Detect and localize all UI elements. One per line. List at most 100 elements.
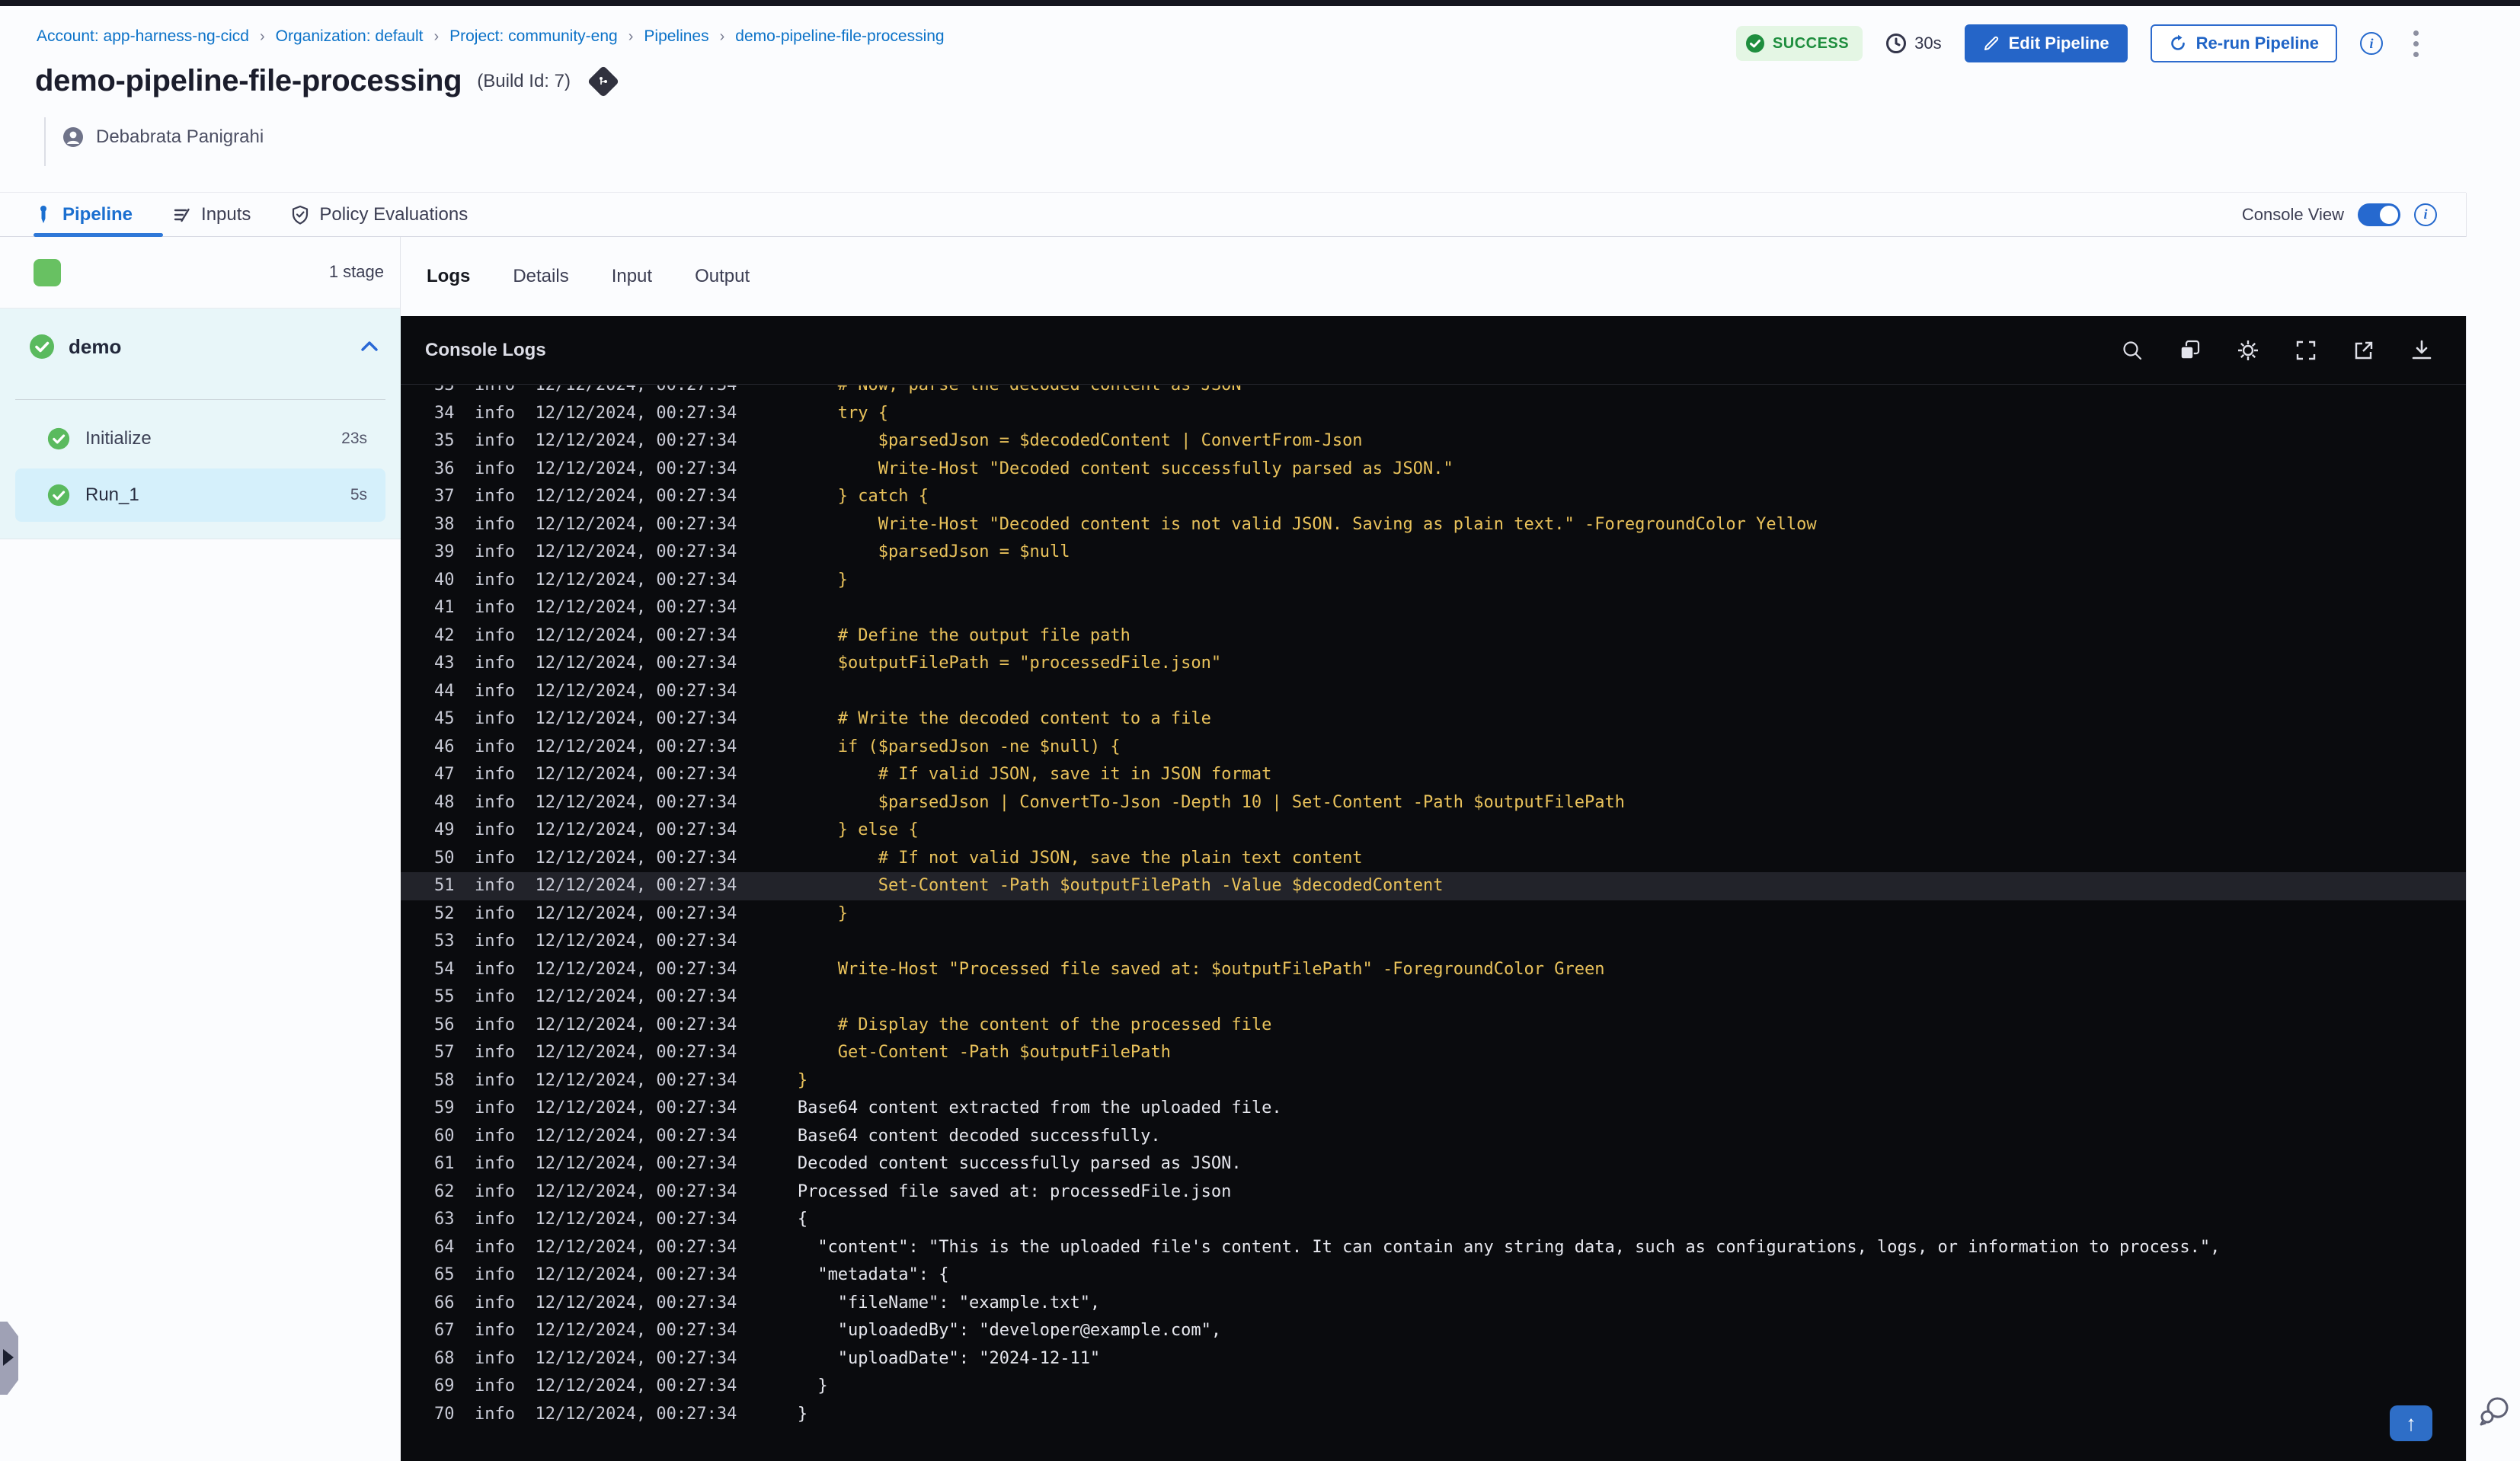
header-actions: SUCCESS 30s Edit Pipeline Re-run Pipelin… bbox=[1735, 24, 2426, 62]
log-row: 70 info 12/12/2024, 00:27:34 } bbox=[434, 1404, 808, 1424]
log-row: 43 info 12/12/2024, 00:27:34 $outputFile… bbox=[434, 654, 1222, 673]
tab-pipeline[interactable]: Pipeline bbox=[34, 193, 133, 236]
copy-icon[interactable] bbox=[2178, 338, 2202, 363]
edit-pipeline-button[interactable]: Edit Pipeline bbox=[1964, 24, 2128, 62]
shield-check-icon bbox=[293, 205, 309, 225]
console-toolbar bbox=[2120, 338, 2434, 363]
log-row: 34 info 12/12/2024, 00:27:34 try { bbox=[434, 403, 889, 423]
console-title: Console Logs bbox=[425, 339, 546, 360]
log-row: 40 info 12/12/2024, 00:27:34 } bbox=[434, 570, 849, 590]
expand-arrow-icon bbox=[3, 1349, 14, 1366]
stage-count-label: 1 stage bbox=[328, 262, 384, 281]
open-in-new-icon[interactable] bbox=[2352, 338, 2376, 363]
log-row: 67 info 12/12/2024, 00:27:34 "uploadedBy… bbox=[434, 1321, 1222, 1340]
breadcrumb: Account: app-harness-ng-cicd › Organizatio… bbox=[37, 27, 945, 46]
log-row: 64 info 12/12/2024, 00:27:34 "content": … bbox=[434, 1237, 2221, 1257]
breadcrumb-link[interactable]: Pipelines bbox=[644, 27, 708, 46]
log-tab-details[interactable]: Details bbox=[513, 266, 568, 287]
stage-success-icon bbox=[30, 334, 54, 359]
step-row-initialize[interactable]: Initialize 23s bbox=[15, 412, 385, 465]
author-row: Debabrata Panigrahi bbox=[62, 126, 264, 148]
console-panel: Console Logs 34 info 12/12/2024, 00:27:3… bbox=[401, 316, 2466, 1461]
success-check-icon bbox=[1745, 34, 1764, 53]
page-header: Account: app-harness-ng-cicd › Organizatio… bbox=[0, 6, 2520, 192]
breadcrumb-link[interactable]: Organization: default bbox=[276, 27, 424, 46]
log-row: 55 info 12/12/2024, 00:27:34 bbox=[434, 987, 798, 1006]
log-tab-output[interactable]: Output bbox=[695, 266, 750, 287]
window-top-strip bbox=[0, 0, 2520, 6]
rerun-info-icon[interactable]: i bbox=[2360, 32, 2383, 55]
log-tab-logs[interactable]: Logs bbox=[427, 266, 470, 287]
log-row: 58 info 12/12/2024, 00:27:34 } bbox=[434, 1070, 808, 1090]
breadcrumb-link[interactable]: Project: community-eng bbox=[449, 27, 618, 46]
chevron-up-icon[interactable] bbox=[358, 335, 381, 358]
step-row-run_1[interactable]: Run_1 5s bbox=[15, 468, 385, 522]
rerun-pipeline-button[interactable]: Re-run Pipeline bbox=[2150, 24, 2337, 62]
log-row: 69 info 12/12/2024, 00:27:34 } bbox=[434, 1376, 828, 1395]
log-row: 42 info 12/12/2024, 00:27:34 # Define th… bbox=[434, 625, 1130, 645]
git-commit-icon[interactable] bbox=[587, 65, 620, 98]
page-title: demo-pipeline-file-processing bbox=[35, 64, 462, 98]
status-badge: SUCCESS bbox=[1735, 26, 1863, 61]
more-options-menu[interactable] bbox=[2406, 26, 2426, 62]
tab-policy-evaluations[interactable]: Policy Evaluations bbox=[290, 193, 468, 236]
execution-tabbar: Pipeline Inputs Policy Evaluations Conso… bbox=[0, 192, 2466, 237]
rerun-icon bbox=[2170, 34, 2185, 50]
log-row: 48 info 12/12/2024, 00:27:34 $parsedJson… bbox=[434, 792, 1625, 812]
log-row: 36 info 12/12/2024, 00:27:34 Write-Host … bbox=[434, 459, 1453, 478]
pipeline-icon bbox=[40, 205, 46, 223]
log-row: 63 info 12/12/2024, 00:27:34 { bbox=[434, 1210, 808, 1229]
settings-gear-icon[interactable] bbox=[2236, 338, 2260, 363]
console-header: Console Logs bbox=[401, 316, 2466, 385]
breadcrumb-separator: › bbox=[628, 27, 634, 45]
console-view-label: Console View bbox=[2241, 204, 2344, 224]
log-row: 53 info 12/12/2024, 00:27:34 bbox=[434, 932, 798, 951]
log-row: 33 info 12/12/2024, 00:27:34 # Now, pars… bbox=[401, 385, 2466, 400]
console-view-info-icon[interactable]: i bbox=[2414, 203, 2437, 226]
status-text: SUCCESS bbox=[1772, 34, 1850, 52]
log-row: 57 info 12/12/2024, 00:27:34 Get-Content… bbox=[434, 1043, 1171, 1062]
breadcrumb-link[interactable]: Account: app-harness-ng-cicd bbox=[37, 27, 249, 46]
author-name: Debabrata Panigrahi bbox=[96, 126, 264, 147]
duration: 30s bbox=[1885, 33, 1942, 54]
log-scroll-area[interactable]: 33 info 12/12/2024, 00:27:34 # Now, pars… bbox=[401, 385, 2466, 1461]
log-row: 46 info 12/12/2024, 00:27:34 if ($parsed… bbox=[434, 737, 1121, 756]
log-row: 60 info 12/12/2024, 00:27:34 Base64 cont… bbox=[434, 1126, 1161, 1146]
scroll-to-top-button[interactable]: ↑ bbox=[2390, 1405, 2432, 1441]
log-row: 51 info 12/12/2024, 00:27:34 Set-Content… bbox=[401, 872, 2466, 900]
tree-divider bbox=[15, 399, 385, 400]
log-tab-input[interactable]: Input bbox=[612, 266, 652, 287]
step-success-icon bbox=[47, 484, 70, 507]
log-row: 52 info 12/12/2024, 00:27:34 } bbox=[434, 903, 849, 923]
avatar bbox=[63, 127, 83, 147]
log-row: 41 info 12/12/2024, 00:27:34 bbox=[434, 598, 798, 617]
sidebar-expander-handle[interactable] bbox=[0, 1322, 18, 1395]
log-row: 59 info 12/12/2024, 00:27:34 Base64 cont… bbox=[434, 1098, 1282, 1117]
tab-inputs[interactable]: Inputs bbox=[172, 193, 251, 236]
stage-header-demo[interactable]: demo bbox=[0, 325, 401, 368]
build-id-label: (Build Id: 7) bbox=[477, 70, 571, 91]
breadcrumb-link[interactable]: demo-pipeline-file-processing bbox=[735, 27, 944, 46]
log-lines: 33 info 12/12/2024, 00:27:34 # Now, pars… bbox=[401, 385, 2466, 1428]
log-row: 62 info 12/12/2024, 00:27:34 Processed f… bbox=[434, 1181, 1232, 1201]
step-success-icon bbox=[47, 427, 70, 450]
stage-sidebar: 1 stage demo Initialize 23s Run_1 5s bbox=[0, 237, 401, 1461]
clock-icon bbox=[1886, 34, 1907, 53]
stage-count-row: 1 stage bbox=[0, 237, 401, 309]
console-view-control: Console View i bbox=[2242, 193, 2437, 236]
duration-text: 30s bbox=[1914, 34, 1942, 53]
log-row: 49 info 12/12/2024, 00:27:34 } else { bbox=[434, 820, 919, 839]
breadcrumb-separator: › bbox=[719, 27, 725, 45]
fullscreen-icon[interactable] bbox=[2294, 338, 2318, 363]
breadcrumb-separator: › bbox=[259, 27, 265, 45]
step-list: Initialize 23s Run_1 5s bbox=[15, 412, 385, 522]
log-row: 44 info 12/12/2024, 00:27:34 bbox=[434, 681, 798, 701]
search-icon[interactable] bbox=[2120, 338, 2144, 363]
breadcrumb-separator: › bbox=[433, 27, 440, 45]
log-row: 38 info 12/12/2024, 00:27:34 Write-Host … bbox=[434, 514, 1817, 534]
log-row: 56 info 12/12/2024, 00:27:34 # Display t… bbox=[434, 1015, 1272, 1034]
step-detail-panel: Logs Details Input Output Console Logs 3… bbox=[401, 237, 2520, 1461]
log-row: 54 info 12/12/2024, 00:27:34 Write-Host … bbox=[434, 959, 1605, 979]
download-icon[interactable] bbox=[2410, 338, 2434, 363]
console-view-toggle[interactable] bbox=[2358, 203, 2400, 226]
